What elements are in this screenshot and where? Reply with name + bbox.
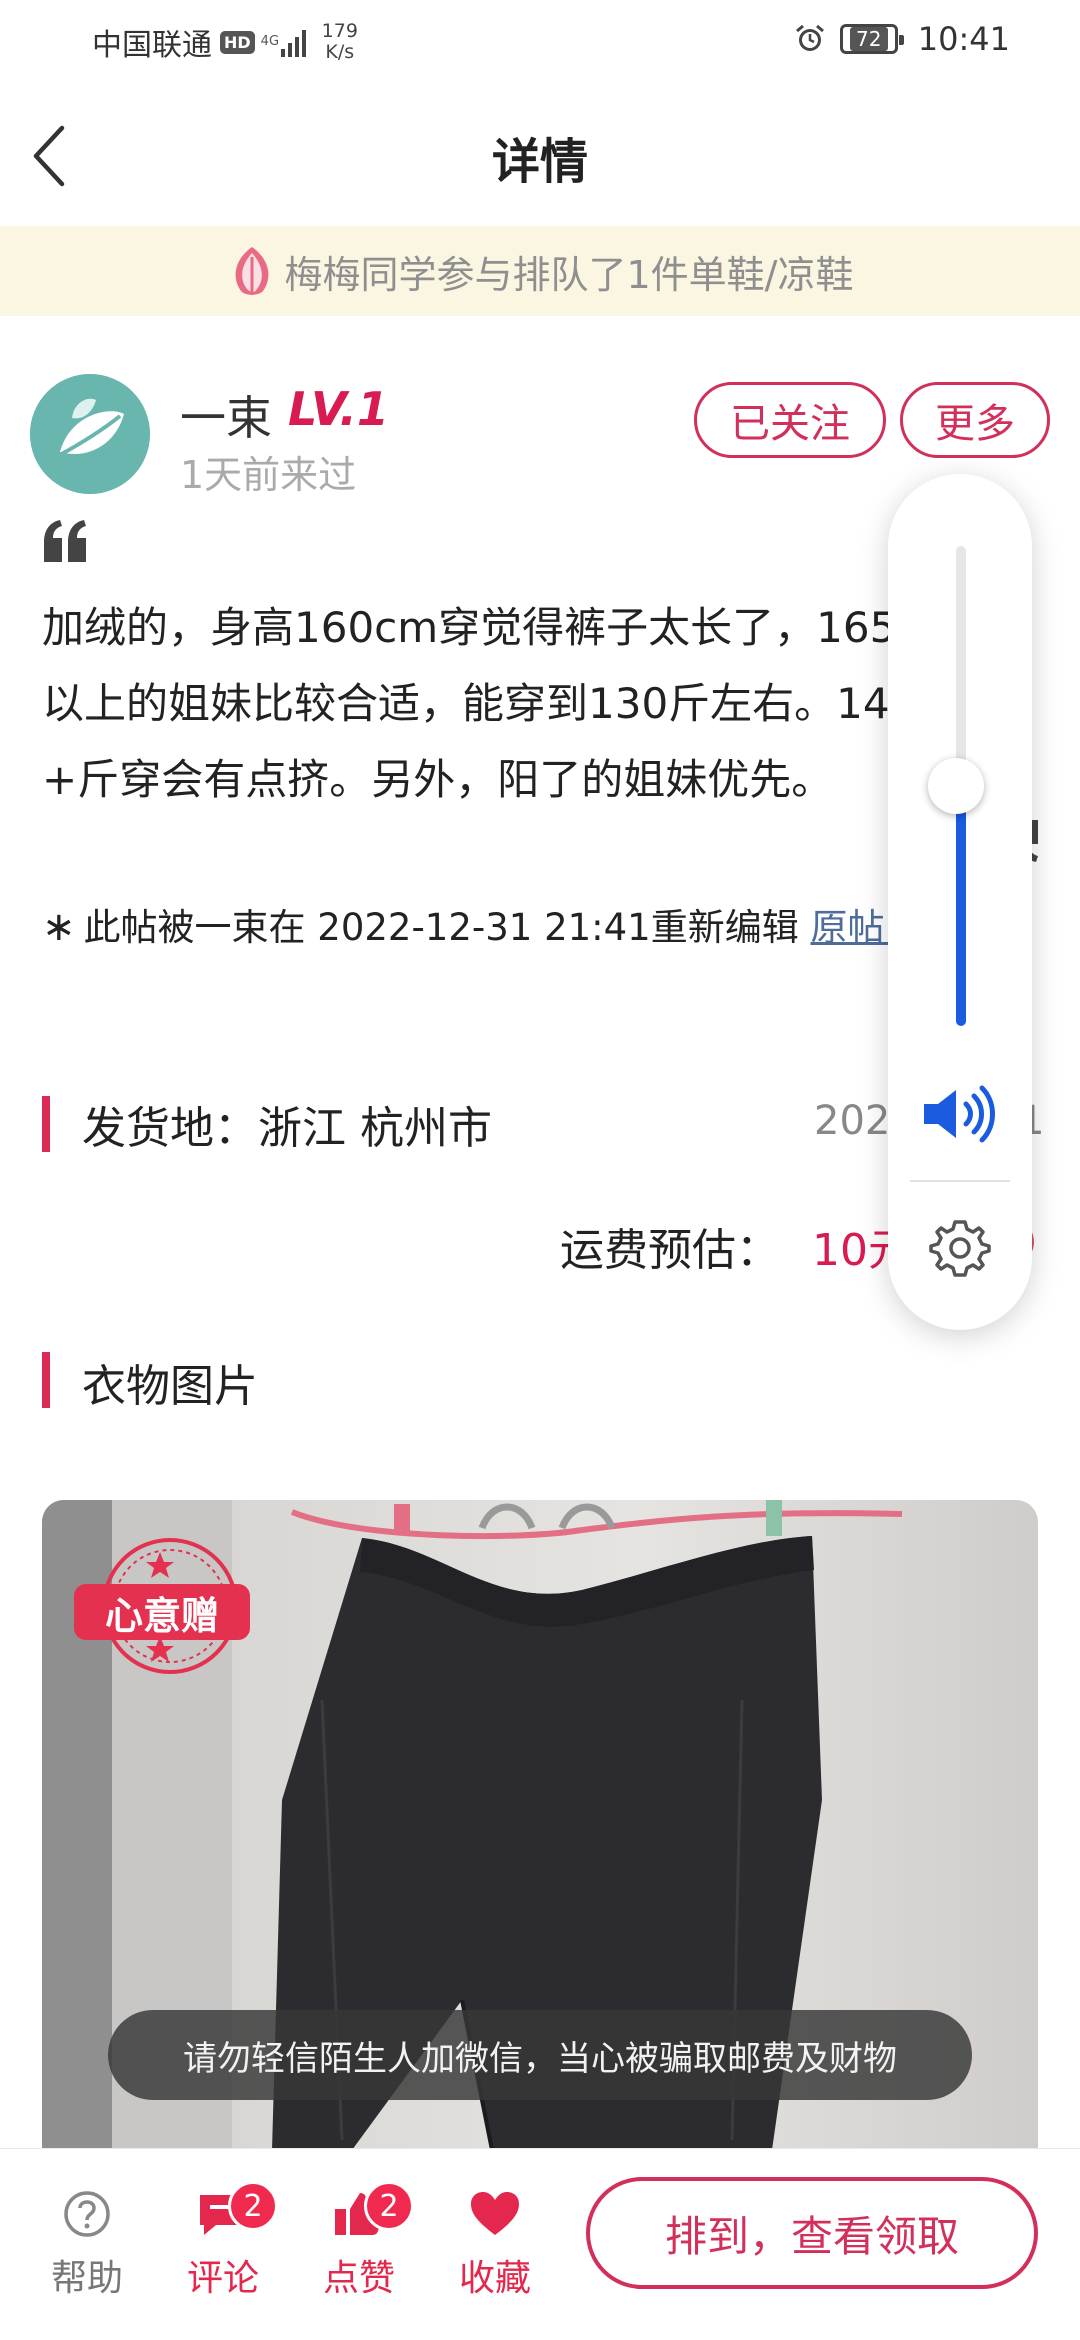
volume-knob[interactable]: [928, 758, 984, 814]
banner-text: 梅梅同学参与排队了1件单鞋/凉鞋: [284, 252, 854, 297]
queue-claim-button[interactable]: 排到，查看领取: [586, 2177, 1038, 2289]
review-text: 加绒的，身高160cm穿觉得裤子太长了，165 以上的姐妹比较合适，能穿到130…: [42, 603, 917, 804]
network-speed-value: 179: [321, 20, 358, 42]
page-title: 详情: [491, 134, 588, 190]
more-button[interactable]: 更多: [900, 382, 1050, 458]
network-type: 4G: [260, 34, 280, 49]
like-tab[interactable]: 2 点赞: [304, 2181, 414, 2301]
follow-button[interactable]: 已关注: [694, 382, 886, 458]
quote-open-icon: [44, 520, 86, 562]
ship-from: 发货地：浙江 杭州市: [82, 1103, 492, 1154]
volume-fill: [956, 786, 966, 1026]
speaker-icon[interactable]: [920, 1084, 1000, 1144]
gift-badge: 心意赠: [74, 1584, 250, 1640]
signal-icon: [280, 27, 306, 57]
settings-icon[interactable]: [928, 1216, 992, 1280]
section-accent-bar: [42, 1096, 50, 1152]
activity-banner[interactable]: 梅梅同学参与排队了1件单鞋/凉鞋: [0, 226, 1080, 316]
help-icon: [64, 2191, 110, 2237]
comment-tab[interactable]: 2 评论: [168, 2181, 278, 2301]
volume-divider: [910, 1180, 1010, 1182]
bottom-bar: 帮助 2 评论 2 点赞 收藏 排到，查看领取: [0, 2148, 1080, 2340]
help-label: 帮助: [50, 2258, 123, 2299]
leaf-logo-icon: [30, 374, 150, 494]
edit-note: ∗ 此帖被一束在 2022-12-31 21:41重新编辑 原帖内容: [42, 894, 1022, 961]
hd-icon: HD: [220, 30, 255, 54]
status-bar: 中国联通 HD 4G 179 K/s 72 10:41: [0, 0, 1080, 84]
section-accent-bar: [42, 1352, 50, 1408]
like-label: 点赞: [322, 2258, 395, 2299]
clock: 10:41: [917, 20, 1010, 58]
last-seen: 1天前来过: [180, 453, 357, 497]
user-level-badge: LV.1: [288, 382, 389, 436]
freight-label: 运费预估：: [560, 1225, 780, 1276]
comment-label: 评论: [186, 2258, 259, 2299]
status-right: 72 10:41: [794, 20, 1010, 58]
leaf-icon: [235, 247, 268, 295]
like-count-badge: 2: [364, 2181, 414, 2231]
battery-level: 72: [850, 27, 888, 51]
battery-icon: 72: [839, 24, 904, 54]
comment-count-badge: 2: [228, 2181, 278, 2231]
favorite-label: 收藏: [458, 2258, 531, 2299]
help-tab[interactable]: 帮助: [32, 2189, 142, 2301]
edit-note-text: 此帖被一束在 2022-12-31 21:41重新编辑: [83, 906, 799, 949]
user-row: 一束 LV.1 1天前来过 已关注 更多: [0, 370, 1080, 500]
photos-heading: 衣物图片: [82, 1361, 258, 1412]
status-left: 中国联通 HD 4G 179 K/s: [92, 20, 358, 64]
favorite-tab[interactable]: 收藏: [440, 2189, 550, 2301]
safety-toast: 请勿轻信陌生人加微信，当心被骗取邮费及财物: [108, 2010, 972, 2100]
avatar[interactable]: [30, 374, 150, 494]
volume-panel[interactable]: [888, 474, 1032, 1330]
alarm-icon: [795, 24, 824, 51]
user-name[interactable]: 一束: [180, 382, 272, 448]
network-speed-unit: K/s: [325, 41, 355, 63]
heart-icon: [471, 2192, 519, 2235]
network-speed: 179 K/s: [322, 21, 358, 63]
asterisk-icon: ∗: [42, 904, 76, 950]
nav-bar: 详情: [0, 84, 1080, 226]
carrier-name: 中国联通: [92, 28, 212, 63]
